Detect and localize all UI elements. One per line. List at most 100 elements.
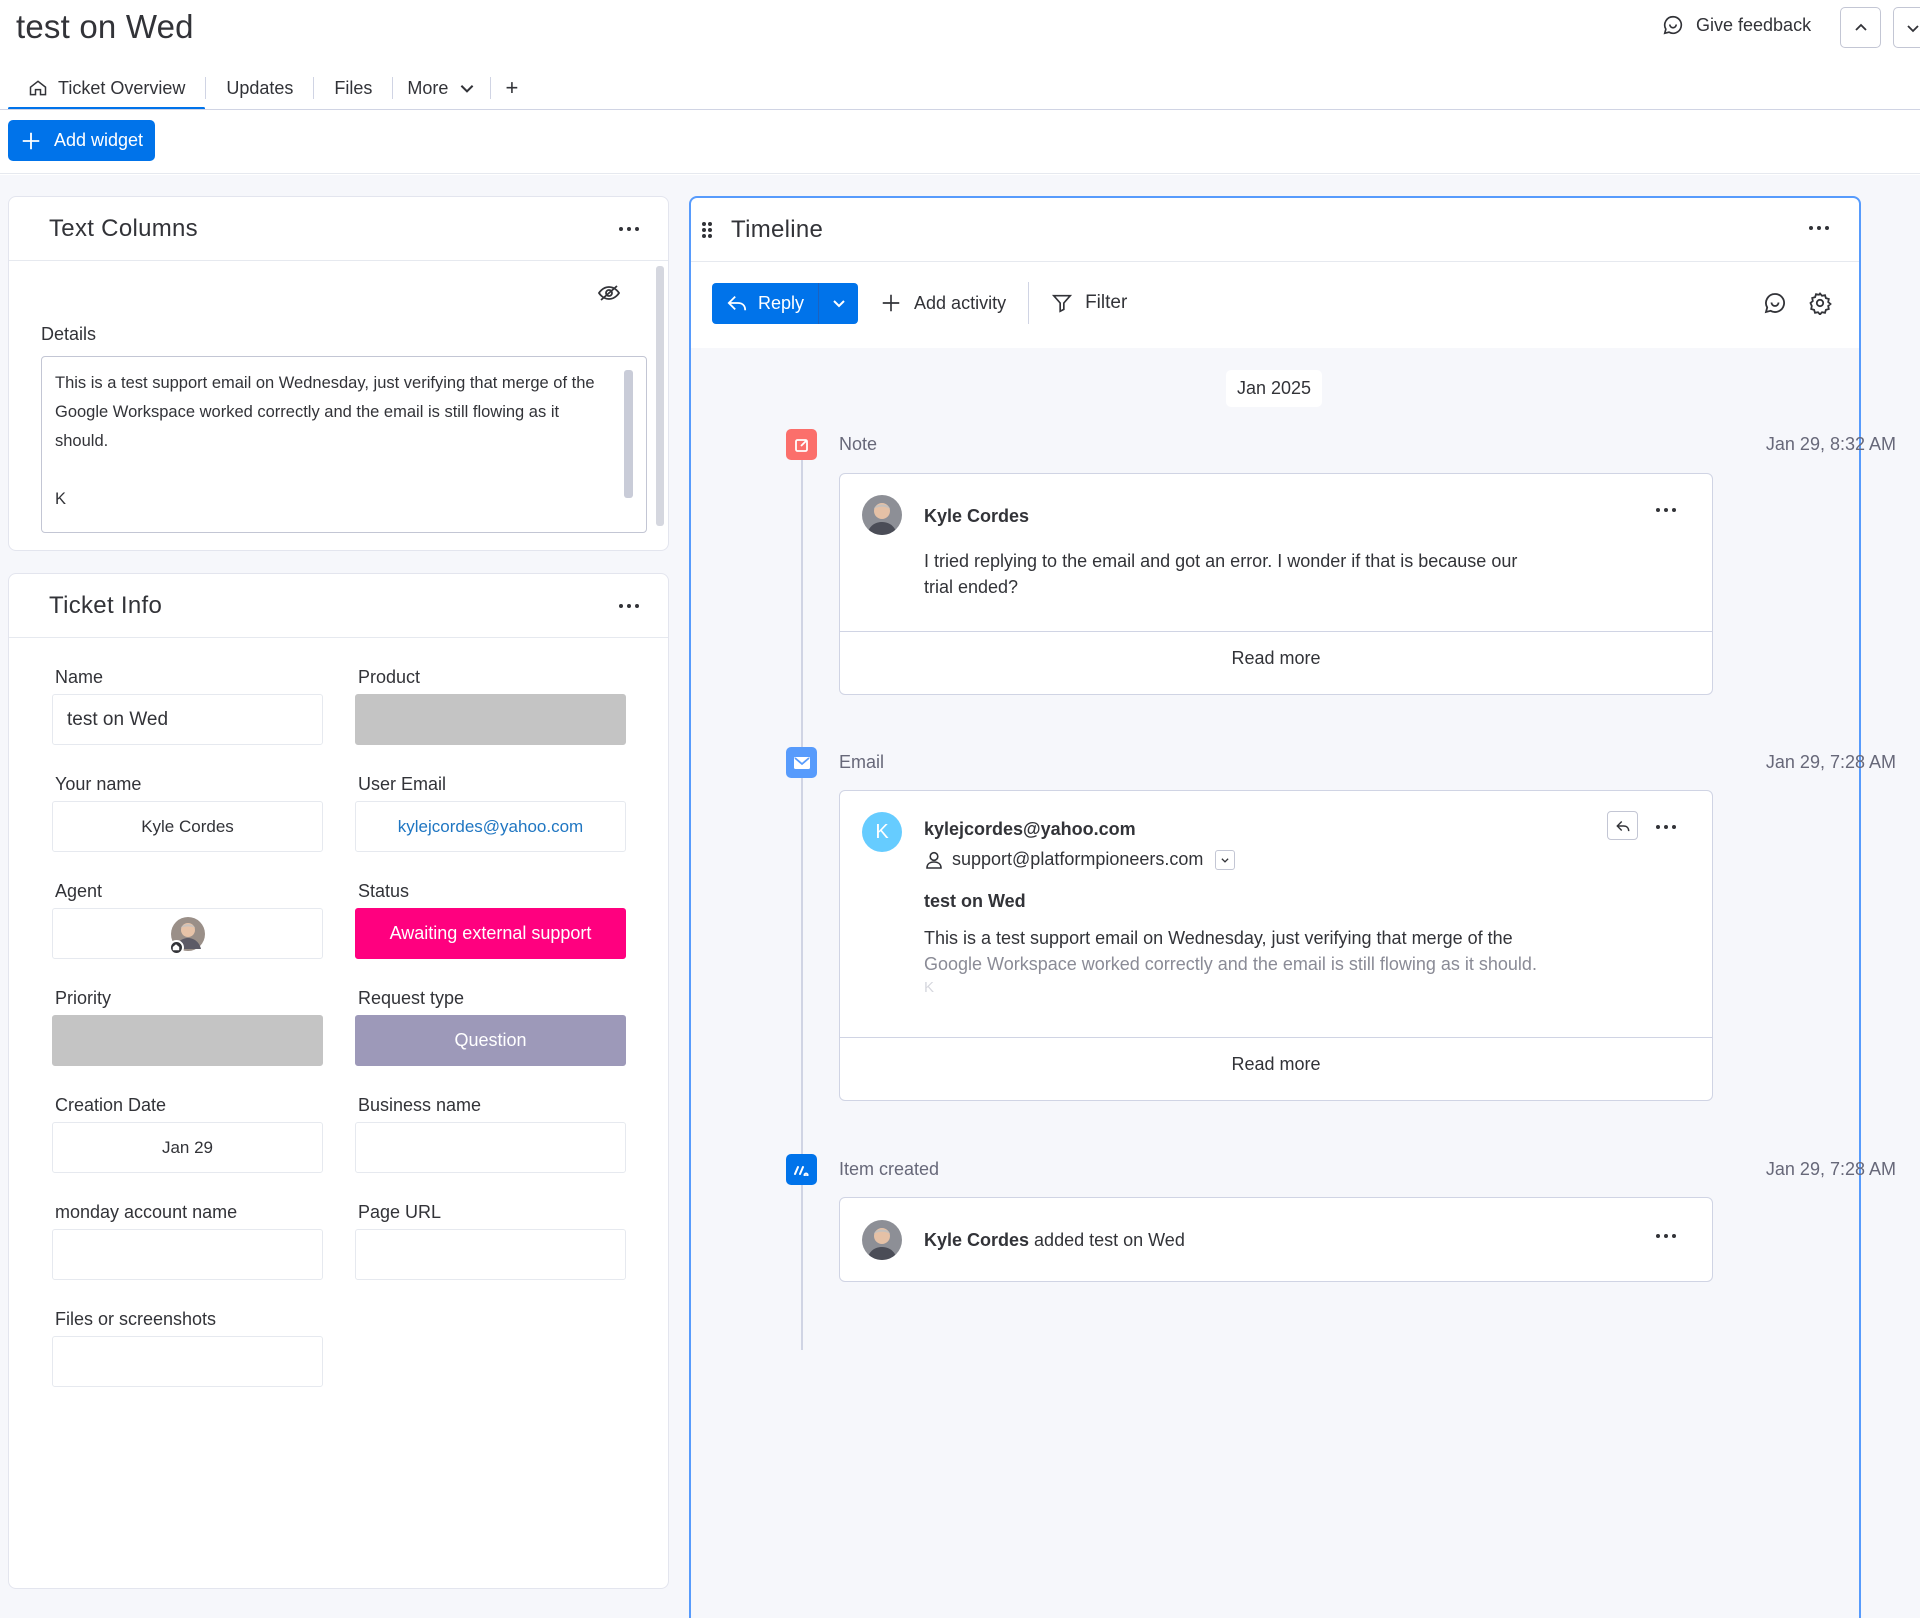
request-type-badge[interactable]: Question — [355, 1015, 626, 1066]
sender-email[interactable]: kylejcordes@yahoo.com — [924, 819, 1136, 840]
note-body: I tried replying to the email and got an… — [924, 548, 1564, 600]
widget-toolbar — [0, 110, 1920, 174]
user-email-field[interactable]: kylejcordes@yahoo.com — [355, 801, 626, 852]
field-label-status: Status — [358, 881, 410, 901]
reply-email-button[interactable] — [1607, 811, 1638, 840]
plus-icon — [20, 130, 42, 152]
priority-field[interactable] — [52, 1015, 323, 1066]
body-line: Google Workspace worked correctly and th… — [924, 954, 1537, 974]
details-line: K — [55, 490, 67, 508]
monday-account-field[interactable] — [52, 1229, 323, 1280]
user-email-link[interactable]: kylejcordes@yahoo.com — [398, 817, 583, 837]
add-widget-label: Add widget — [54, 130, 144, 150]
reply-icon — [1615, 819, 1631, 833]
business-name-field[interactable] — [355, 1122, 626, 1173]
field-label-files: Files or screenshots — [55, 1309, 217, 1329]
filter-button[interactable]: Filter — [1051, 292, 1127, 314]
feedback-icon[interactable] — [1763, 291, 1787, 315]
page-title: test on Wed — [16, 8, 194, 45]
add-activity-label: Add activity — [914, 292, 1007, 313]
sender-avatar[interactable]: K — [862, 812, 902, 852]
field-label-agent: Agent — [55, 881, 103, 901]
field-label-your-name: Your name — [55, 774, 142, 794]
item-created-entry: Kyle Cordes added test on Wed — [839, 1197, 1713, 1282]
drag-handle-icon[interactable] — [701, 221, 713, 239]
field-label-name: Name — [55, 667, 104, 687]
note-icon — [786, 429, 817, 460]
tab-more[interactable]: More — [393, 68, 490, 108]
chevron-down-icon — [831, 295, 847, 311]
tab-ticket-overview[interactable]: Ticket Overview — [8, 68, 206, 110]
field-label-creation-date: Creation Date — [55, 1095, 167, 1115]
tab-label: More — [407, 77, 449, 98]
ticket-info-widget: Ticket Info Name test on Wed Product You… — [8, 573, 669, 1589]
agent-field[interactable] — [52, 908, 323, 959]
add-activity-button[interactable]: Add activity — [880, 292, 1006, 314]
reply-icon — [726, 293, 748, 313]
agent-avatar[interactable] — [168, 916, 205, 955]
settings-gear-icon[interactable] — [1808, 291, 1832, 315]
tab-label: Updates — [226, 77, 294, 98]
feedback-icon — [1662, 14, 1684, 36]
entry-divider — [840, 631, 1712, 632]
note-entry: Kyle Cordes I tried replying to the emai… — [839, 473, 1713, 695]
author-avatar[interactable] — [862, 495, 902, 535]
details-label: Details — [41, 324, 97, 344]
tab-updates[interactable]: Updates — [206, 68, 313, 108]
tab-files[interactable]: Files — [314, 68, 392, 108]
add-widget-button[interactable]: Add widget — [8, 120, 156, 161]
widget-divider — [9, 260, 668, 261]
created-action: added test on Wed — [1034, 1230, 1185, 1250]
status-badge[interactable]: Awaiting external support — [355, 908, 626, 959]
previous-item-button[interactable] — [1840, 7, 1881, 48]
tab-label: Ticket Overview — [58, 77, 186, 98]
widget-title: Text Columns — [49, 215, 198, 242]
field-label-business-name: Business name — [358, 1095, 482, 1115]
author-avatar[interactable] — [862, 1220, 902, 1260]
add-view-button[interactable]: + — [491, 68, 532, 108]
widget-scrollbar[interactable] — [656, 266, 664, 526]
details-line: This is a test support email on Wednesda… — [55, 374, 595, 392]
files-field[interactable] — [52, 1336, 323, 1387]
field-label-request-type: Request type — [358, 988, 465, 1008]
chevron-down-icon — [458, 79, 476, 97]
read-more-button[interactable]: Read more — [840, 1054, 1712, 1084]
widget-menu-icon[interactable] — [1809, 226, 1829, 230]
entry-menu-icon[interactable] — [1656, 1234, 1676, 1238]
widget-menu-icon[interactable] — [619, 604, 639, 608]
filter-icon — [1051, 292, 1073, 314]
your-name-field[interactable]: Kyle Cordes — [52, 801, 323, 852]
filter-label: Filter — [1085, 292, 1128, 313]
author-name[interactable]: Kyle Cordes — [924, 1230, 1029, 1251]
add-view-label: + — [505, 75, 519, 100]
reply-label: Reply — [758, 292, 805, 313]
chevron-up-icon — [1853, 20, 1869, 36]
widget-menu-icon[interactable] — [619, 227, 639, 231]
home-badge-icon — [168, 939, 184, 955]
page-url-field[interactable] — [355, 1229, 626, 1280]
event-type-label: Note — [839, 434, 878, 454]
view-tabs: Ticket Overview Updates Files More + — [8, 68, 532, 110]
product-field[interactable] — [355, 694, 626, 745]
name-field[interactable]: test on Wed — [52, 694, 323, 745]
timeline-toolbar: Reply Add activity Filter — [712, 282, 1127, 324]
event-type-label: Email — [839, 752, 885, 772]
timeline-line — [801, 450, 803, 1350]
next-item-button[interactable] — [1893, 7, 1920, 48]
email-body: This is a test support email on Wednesda… — [924, 925, 1624, 999]
text-columns-widget: Text Columns Details This is a test supp… — [8, 196, 669, 551]
author-name[interactable]: Kyle Cordes — [924, 506, 1029, 527]
home-icon — [28, 78, 48, 98]
reply-button[interactable]: Reply — [712, 283, 818, 324]
read-more-button[interactable]: Read more — [840, 648, 1712, 678]
details-textarea[interactable]: This is a test support email on Wednesda… — [41, 356, 647, 533]
reply-dropdown-button[interactable] — [818, 282, 858, 324]
entry-menu-icon[interactable] — [1656, 508, 1676, 512]
hide-eye-icon[interactable] — [597, 283, 621, 303]
give-feedback-button[interactable]: Give feedback — [1662, 14, 1811, 36]
textarea-scrollbar[interactable] — [624, 370, 633, 498]
recipient-expand-button[interactable] — [1215, 849, 1236, 870]
entry-menu-icon[interactable] — [1656, 825, 1676, 829]
creation-date-field[interactable]: Jan 29 — [52, 1122, 323, 1173]
email-entry: K kylejcordes@yahoo.com support@platform… — [839, 790, 1713, 1101]
